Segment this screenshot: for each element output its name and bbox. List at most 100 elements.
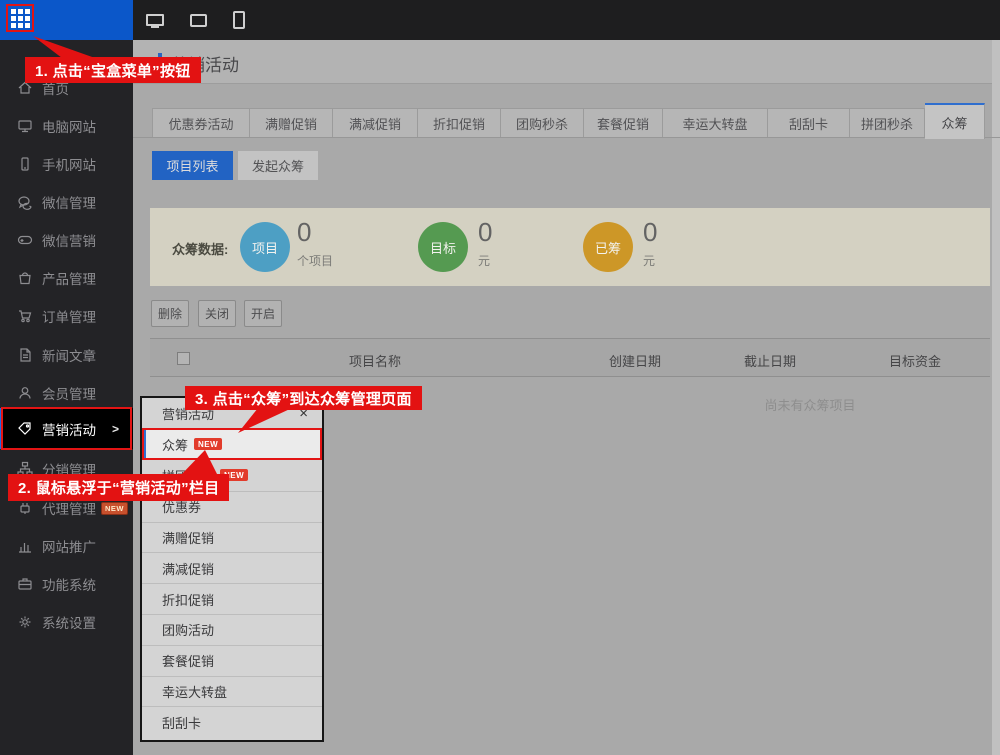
scrollbar-track[interactable]	[992, 40, 1000, 755]
page-header: 营销活动	[133, 40, 1000, 84]
plug-icon	[20, 503, 30, 514]
flyout-item-label: 套餐促销	[162, 654, 215, 670]
sidebar-item-mobile-site[interactable]: 手机网站	[0, 145, 133, 183]
marketing-flyout-menu: 营销活动 × 众筹 NEW 拼团秒杀 NEW 优惠券 满赠促销 满减促销 折扣促…	[140, 396, 324, 742]
topbar	[0, 0, 1000, 40]
sidebar-item-wechat-marketing[interactable]: 微信营销	[0, 221, 133, 259]
desktop-preview-icon[interactable]	[146, 14, 164, 28]
user-icon	[19, 387, 31, 399]
flyout-item-label: 刮刮卡	[162, 715, 202, 731]
project-count-unit: 个项目	[297, 254, 334, 268]
subtab-start-crowdfunding[interactable]: 发起众筹	[238, 151, 318, 180]
close-button[interactable]: 关闭	[198, 300, 236, 327]
select-all-checkbox[interactable]	[177, 352, 190, 365]
raised-amount-value: 0	[643, 217, 658, 247]
flyout-item-group-buy[interactable]: 团购活动	[142, 613, 322, 645]
target-amount-circle: 目标	[418, 222, 468, 272]
sidebar-item-label: 网站推广	[42, 540, 96, 555]
flyout-item-full-reduce[interactable]: 满减促销	[142, 552, 322, 583]
sidebar-item-label: 产品管理	[42, 272, 96, 287]
target-amount-value: 0	[478, 217, 493, 247]
delete-button[interactable]: 删除	[151, 300, 189, 327]
flyout-item-full-gift[interactable]: 满赠促销	[142, 521, 322, 553]
column-end-date: 截止日期	[743, 354, 797, 369]
device-preview-group	[146, 0, 245, 40]
tab-lucky-wheel[interactable]: 幸运大转盘	[663, 108, 768, 137]
sidebar-item-marketing-activities[interactable]: 营销活动 >	[0, 408, 133, 449]
tab-label: 团购秒杀	[515, 116, 568, 132]
sidebar-item-function-system[interactable]: 功能系统	[0, 565, 133, 603]
chat-icon	[18, 196, 32, 210]
callout-step-2: 2. 鼠标悬浮于“营销活动”栏目	[8, 474, 230, 501]
tab-label: 众筹	[941, 115, 968, 131]
new-badge: NEW	[194, 438, 223, 450]
sidebar-item-product-management[interactable]: 产品管理	[0, 259, 133, 297]
tab-label: 套餐促销	[596, 116, 649, 132]
tab-pin-group-seckill[interactable]: 拼团秒杀	[850, 108, 925, 137]
subtab-project-list[interactable]: 项目列表	[152, 151, 233, 180]
open-button[interactable]: 开启	[244, 300, 282, 327]
subtab-label: 项目列表	[166, 159, 219, 174]
empty-state-message: 尚未有众筹项目	[764, 398, 856, 413]
sidebar-item-label: 微信营销	[42, 234, 96, 249]
sidebar-item-label: 电脑网站	[42, 120, 96, 135]
sidebar-item-member-management[interactable]: 会员管理	[0, 374, 133, 412]
sidebar-item-system-settings[interactable]: 系统设置	[0, 603, 133, 641]
crowdfunding-stats-bar: 众筹数据: 项目 0 个项目 目标 0 元 已筹 0 元	[150, 208, 990, 286]
project-count-circle: 项目	[240, 222, 290, 272]
sidebar-item-news-articles[interactable]: 新闻文章	[0, 336, 133, 374]
button-label: 开启	[250, 307, 275, 321]
tab-coupon-activity[interactable]: 优惠券活动	[152, 108, 250, 137]
flyout-item-package[interactable]: 套餐促销	[142, 644, 322, 676]
sidebar: 首页 电脑网站 手机网站 微信管理 微信营销 产品管理 订单管理 新闻文章 会员…	[0, 40, 133, 755]
tag-icon	[18, 421, 31, 435]
tab-full-reduce-promo[interactable]: 满减促销	[333, 108, 418, 137]
flyout-item-crowdfunding[interactable]: 众筹 NEW	[142, 428, 322, 460]
tab-label: 优惠券活动	[168, 116, 234, 132]
sidebar-item-label: 代理管理	[42, 502, 96, 517]
cart-icon	[19, 310, 32, 323]
new-badge: NEW	[101, 501, 128, 515]
target-amount-unit: 元	[478, 254, 491, 268]
project-count-value: 0	[297, 217, 312, 247]
gamepad-icon	[17, 235, 33, 245]
sidebar-item-wechat-management[interactable]: 微信管理	[0, 183, 133, 221]
column-project-name: 项目名称	[348, 354, 402, 369]
flyout-item-discount[interactable]: 折扣促销	[142, 583, 322, 614]
column-target-funds: 目标资金	[888, 354, 942, 369]
flyout-item-scratch-card[interactable]: 刮刮卡	[142, 706, 322, 737]
tab-scratch-card[interactable]: 刮刮卡	[768, 108, 850, 137]
flyout-item-label: 众筹	[162, 437, 189, 453]
raised-amount-circle: 已筹	[583, 222, 633, 272]
tab-crowdfunding[interactable]: 众筹	[925, 103, 985, 139]
tablet-preview-icon[interactable]	[190, 13, 207, 27]
button-label: 删除	[157, 307, 182, 321]
tab-discount-promo[interactable]: 折扣促销	[418, 108, 501, 137]
table-header-row: 项目名称 创建日期 截止日期 目标资金	[150, 338, 990, 377]
circle-label: 目标	[429, 240, 456, 256]
tab-label: 幸运大转盘	[682, 116, 748, 132]
tab-baseline	[133, 137, 1000, 138]
treasure-menu-button[interactable]	[0, 0, 133, 40]
sidebar-item-pc-site[interactable]: 电脑网站	[0, 107, 133, 145]
flyout-item-label: 团购活动	[162, 623, 215, 639]
tab-group-seckill[interactable]: 团购秒杀	[501, 108, 584, 137]
screen: 首页 电脑网站 手机网站 微信管理 微信营销 产品管理 订单管理 新闻文章 会员…	[0, 0, 1000, 755]
sidebar-item-site-promotion[interactable]: 网站推广	[0, 527, 133, 565]
treasure-grid-icon[interactable]	[10, 8, 32, 30]
document-icon	[20, 348, 31, 362]
sidebar-item-label: 系统设置	[42, 616, 96, 631]
phone-preview-icon[interactable]	[233, 11, 245, 29]
stats-label: 众筹数据:	[172, 242, 229, 257]
tab-full-gift-promo[interactable]: 满赠促销	[250, 108, 333, 137]
flyout-item-lucky-wheel[interactable]: 幸运大转盘	[142, 675, 322, 707]
flyout-item-label: 折扣促销	[162, 592, 215, 608]
tab-label: 折扣促销	[432, 116, 485, 132]
tab-package-promo[interactable]: 套餐促销	[584, 108, 663, 137]
tab-label: 拼团秒杀	[860, 116, 913, 132]
sidebar-item-label: 功能系统	[42, 578, 96, 593]
tab-label: 刮刮卡	[788, 116, 828, 132]
callout-step-1: 1. 点击“宝盒菜单”按钮	[25, 57, 201, 83]
callout-step-3: 3. 点击“众筹”到达众筹管理页面	[185, 386, 422, 410]
sidebar-item-order-management[interactable]: 订单管理	[0, 297, 133, 335]
